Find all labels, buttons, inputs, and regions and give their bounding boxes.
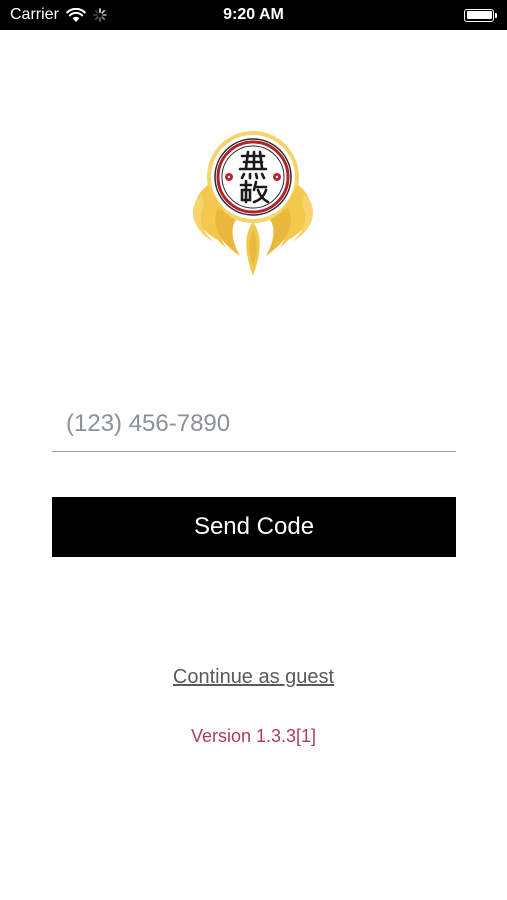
- carrier-label: Carrier: [10, 6, 59, 23]
- emblem-seal: [214, 138, 292, 216]
- activity-spinner-icon: [93, 8, 107, 22]
- battery-tip: [495, 12, 497, 18]
- phone-number-input[interactable]: [52, 400, 456, 448]
- app-logo: [192, 131, 314, 276]
- battery-fill: [466, 11, 492, 19]
- battery-icon: [464, 8, 494, 22]
- status-left: Carrier: [10, 0, 107, 30]
- version-label: Version 1.3.3[1]: [190, 726, 317, 746]
- phone-field-wrapper: [52, 400, 456, 452]
- status-bar: Carrier 9:20 AM: [0, 0, 507, 30]
- send-code-button[interactable]: Send Code: [52, 497, 456, 557]
- wifi-icon: [66, 7, 86, 22]
- status-right: [464, 0, 497, 30]
- continue-as-guest-link[interactable]: Continue as guest: [0, 666, 507, 689]
